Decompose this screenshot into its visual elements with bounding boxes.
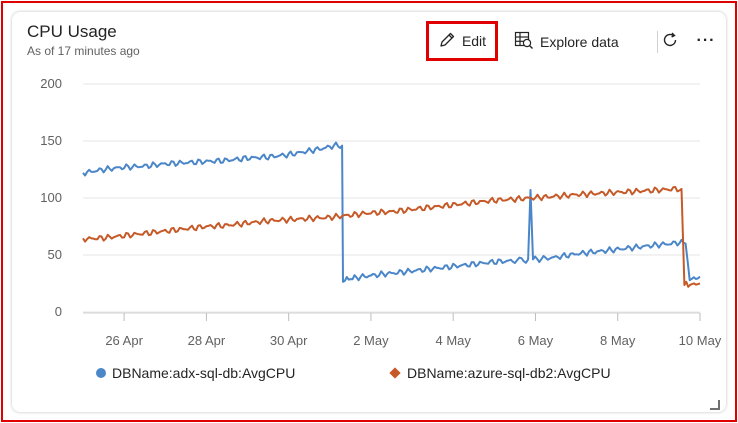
series-line-2[interactable] [82, 186, 701, 288]
cpu-usage-chart: 0 50 100 150 200 26 Apr 28 Apr 30 Apr 2 May 4 Ma… [40, 76, 722, 348]
x-tick-label: 26 Apr [105, 333, 143, 348]
legend-marker-series-1 [96, 368, 106, 378]
legend-item-series-2[interactable]: DBName:azure-sql-db2:AvgCPU [389, 365, 611, 381]
x-tick-label: 30 Apr [270, 333, 308, 348]
y-tick-label: 200 [40, 76, 62, 91]
x-tick-label: 10 May [679, 333, 722, 348]
chart-series [82, 141, 701, 288]
x-tick-label: 4 May [435, 333, 471, 348]
legend-label-series-1: DBName:adx-sql-db:AvgCPU [112, 365, 296, 381]
legend-label-series-2: DBName:azure-sql-db2:AvgCPU [407, 365, 611, 381]
x-tick-label: 2 May [353, 333, 389, 348]
legend-item-series-1[interactable]: DBName:adx-sql-db:AvgCPU [96, 365, 295, 381]
y-tick-label: 50 [48, 247, 62, 262]
x-tick-label: 8 May [600, 333, 636, 348]
y-axis-ticks: 0 50 100 150 200 [40, 76, 62, 319]
y-tick-label: 0 [55, 304, 62, 319]
y-tick-label: 100 [40, 190, 62, 205]
y-tick-label: 150 [40, 133, 62, 148]
x-axis-ticks: 26 Apr 28 Apr 30 Apr 2 May 4 May 6 May 8 May 10… [83, 312, 722, 348]
x-tick-label: 6 May [518, 333, 554, 348]
x-tick-label: 28 Apr [188, 333, 226, 348]
legend-marker-series-2 [389, 367, 401, 379]
chart-gridlines [83, 83, 700, 313]
series-line-1[interactable] [82, 141, 701, 283]
